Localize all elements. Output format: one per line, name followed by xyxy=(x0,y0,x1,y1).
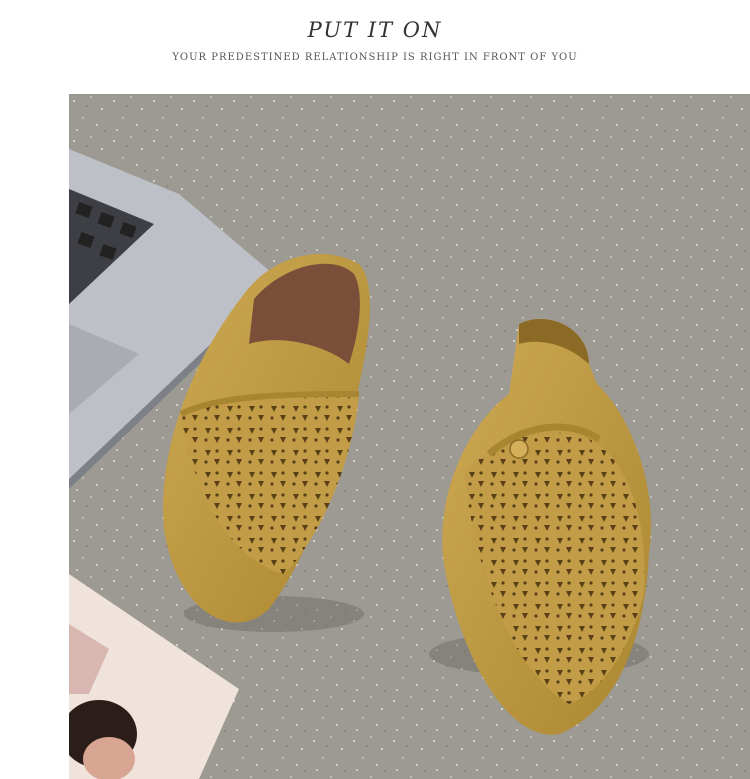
page-title: PUT IT ON xyxy=(307,18,443,42)
page-header: PUT IT ON YOUR PREDESTINED RELATIONSHIP … xyxy=(0,0,750,94)
page-subtitle: YOUR PREDESTINED RELATIONSHIP IS RIGHT I… xyxy=(172,52,578,63)
product-photo xyxy=(69,94,750,779)
